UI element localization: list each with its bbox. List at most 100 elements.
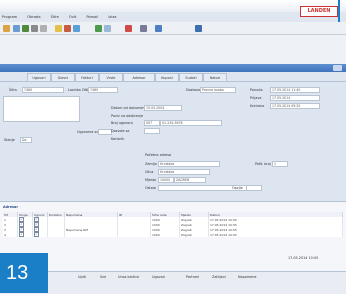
dostava-select[interactable]: Pravna osoba — [200, 87, 236, 93]
toolbar-print-icon[interactable] — [31, 25, 38, 32]
postbr-field[interactable]: 1 — [272, 161, 288, 167]
toolbar-grid-icon[interactable] — [104, 25, 111, 32]
brand-logo-text: LANDEN — [307, 8, 331, 14]
telefon-value: 01-234-5678 — [162, 121, 183, 125]
table-row[interactable]: 4 ✓ ✓ 1000 Zagreb 17.05.2014 10:05 — [3, 232, 343, 237]
ponuda-field[interactable]: 17.05.2014 11:40 — [270, 87, 320, 93]
inner-window-titlebar — [0, 64, 346, 72]
grid-cell — [64, 232, 118, 237]
poziv-label: Poziv na odobrenje — [111, 114, 144, 118]
status-item[interactable]: Napomene — [238, 275, 256, 279]
sifra-value: 7480 — [24, 88, 33, 92]
dozvole-label: Dozvole za — [111, 129, 130, 133]
mjesto-label: Mjesto — [145, 178, 157, 182]
prijava-field[interactable]: 17.05.2014 — [270, 95, 320, 101]
menu-item-program[interactable]: Program — [2, 15, 17, 19]
step-badge-number: 13 — [6, 262, 29, 284]
ugovorna-suma-field[interactable] — [98, 129, 112, 135]
kreiran-field[interactable]: 17.05.2014 09:20 — [270, 103, 320, 109]
brand-logo: LANDEN — [300, 6, 338, 17]
menu-item-sifre[interactable]: Šifre — [51, 15, 59, 19]
stanje-label: Stanje — [4, 138, 15, 142]
datum-value: 15.05.2004 — [146, 106, 165, 110]
grid-cell: 4 — [3, 232, 18, 237]
status-bar — [0, 271, 346, 294]
zemlja-value: Hrvatska — [160, 162, 175, 166]
toolbar-settings-icon[interactable] — [140, 25, 147, 32]
toolbar-open-icon[interactable] — [13, 25, 20, 32]
sifra-field[interactable]: 7480 — [22, 87, 64, 93]
broj-field[interactable]: 007 — [144, 120, 160, 126]
lozinka-field[interactable]: 7480 — [88, 87, 118, 93]
grid-cell: ✓ — [17, 232, 33, 237]
inner-window-close-icon[interactable] — [333, 65, 342, 71]
grid-cell — [117, 232, 151, 237]
datum-label: Datum od dokumenta — [111, 106, 149, 110]
toolbar-chart-icon[interactable] — [125, 25, 132, 32]
grid-footer-date: 17.05.2014 10:05 — [288, 256, 319, 260]
status-item[interactable]: Ugovori — [152, 275, 165, 279]
status-item[interactable]: Sve — [100, 275, 106, 279]
toolbar-exit-icon[interactable] — [195, 25, 202, 32]
mjesto-code-field[interactable]: 10000 — [158, 177, 174, 183]
ulica-label: Ulica — [145, 170, 154, 174]
ulica-value: Hrvatska — [160, 170, 175, 174]
address-grid: Šif Uloga Ugovor Dodatno Napomena ID Šif… — [3, 212, 343, 237]
toolbar-help-icon[interactable] — [155, 25, 162, 32]
datum-field[interactable]: 15.05.2004 — [144, 105, 182, 111]
telefon-field[interactable]: 01-234-5678 — [160, 120, 222, 126]
pocetna-adresa-label: Početna adresa — [145, 153, 172, 157]
prijava-value: 17.05.2014 — [272, 96, 291, 100]
checkbox[interactable]: ✓ — [34, 232, 39, 237]
kreiran-label: Kreirano — [250, 104, 265, 108]
korisnik-label: Korisnik — [111, 137, 125, 141]
zemlja-field[interactable]: Hrvatska — [158, 161, 220, 167]
prijava-label: Prijava — [250, 96, 262, 100]
status-item[interactable]: Partneri — [186, 275, 199, 279]
ponuda-label: Ponuda — [250, 88, 263, 92]
mjesto-name-field[interactable]: ZAGREB — [174, 177, 206, 183]
grid-cell: 1000 — [150, 232, 180, 237]
status-item[interactable]: Unos kartice — [118, 275, 139, 279]
grid-section-title: Adresar — [3, 205, 19, 209]
grid-header[interactable]: Dodatno — [47, 212, 65, 217]
status-item[interactable]: Zahtjevi — [212, 275, 226, 279]
toolbar-new-icon[interactable] — [3, 25, 10, 32]
toolbar-save-icon[interactable] — [22, 25, 29, 32]
toolbar-cut-icon[interactable] — [40, 25, 47, 32]
toolbar-find-icon[interactable] — [73, 25, 80, 32]
checkbox[interactable]: ✓ — [19, 232, 24, 237]
stanje-field[interactable]: Da — [20, 137, 32, 143]
broj-label: Broj ugovora — [111, 121, 133, 125]
ostalo-label: Ostalo — [145, 186, 156, 190]
status-item[interactable]: Upiti — [78, 275, 86, 279]
address-textarea[interactable] — [3, 96, 80, 122]
dozvole-field[interactable] — [144, 128, 160, 134]
workspace-gap — [0, 35, 346, 65]
grid-cell: 17.05.2014 10:05 — [208, 232, 343, 237]
step-badge: 13 — [0, 253, 48, 293]
sifra-label: Šifra — [9, 88, 17, 92]
toolbar-paste-icon[interactable] — [64, 25, 71, 32]
lozinka-label: Lozinka ONL — [68, 88, 89, 92]
opcije-label: Opcije — [232, 186, 243, 190]
mjesto-name: ZAGREB — [176, 178, 190, 182]
toolbar-copy-icon[interactable] — [55, 25, 62, 32]
mjesto-code: 10000 — [160, 178, 171, 182]
menu-item-pomoc[interactable]: Pomoć — [86, 15, 98, 19]
menu-item-izlaz[interactable]: Izlaz — [108, 15, 116, 19]
grid-cell: ✓ — [32, 232, 48, 237]
toolbar — [0, 22, 346, 35]
ulica-field[interactable]: Hrvatska — [158, 169, 210, 175]
menu-item-obrada[interactable]: Obrada — [27, 15, 40, 19]
dostava-label: Dostava — [186, 88, 200, 92]
opcije-field[interactable] — [246, 185, 262, 191]
dostava-value: Pravna osoba — [202, 88, 224, 92]
stanje-value: Da — [22, 138, 27, 142]
grid-cell — [47, 232, 65, 237]
toolbar-filter-icon[interactable] — [95, 25, 102, 32]
menu-item-ovit[interactable]: Ovit — [69, 15, 76, 19]
lozinka-value: 7480 — [90, 88, 99, 92]
grid-cell: Zagreb — [179, 232, 209, 237]
kreiran-value: 17.05.2014 09:20 — [272, 104, 301, 108]
